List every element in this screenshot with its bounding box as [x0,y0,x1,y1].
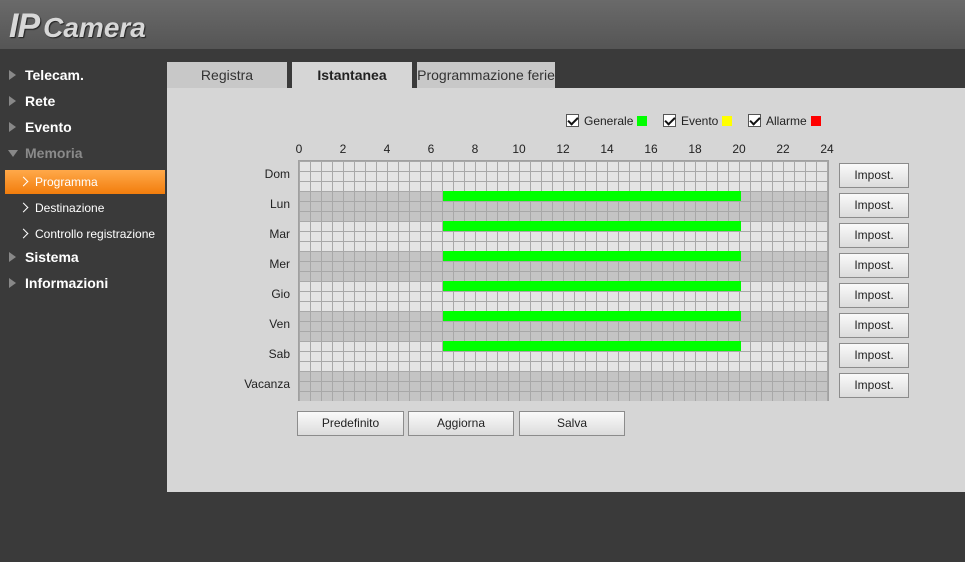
schedule-segment-bar[interactable] [443,221,741,231]
day-label: Gio [271,287,290,301]
caret-right-icon [9,252,16,262]
sidebar-item-programma[interactable]: Programma [5,170,165,194]
schedule-segment-bar[interactable] [443,251,741,261]
schedule-row[interactable] [299,191,828,221]
day-label: Lun [269,197,290,211]
sidebar-item-label: Evento [25,119,72,135]
set-button-mar[interactable]: Impost. [839,223,909,248]
set-button-dom[interactable]: Impost. [839,163,909,188]
schedule-row[interactable] [299,341,828,371]
schedule-segment-bar[interactable] [443,281,741,291]
sidebar-item-label: Sistema [25,249,79,265]
sidebar-item-label: Informazioni [25,275,109,291]
hour-tick-label: 12 [556,142,570,156]
save-button[interactable]: Salva [519,411,625,436]
hour-tick-label: 6 [427,142,435,156]
day-label: Mer [269,257,290,271]
hour-tick-label: 16 [644,142,658,156]
day-label: Mar [269,227,290,241]
hour-tick-label: 22 [776,142,790,156]
caret-right-icon [9,122,16,132]
set-button-sab[interactable]: Impost. [839,343,909,368]
chevron-right-icon [18,202,29,213]
hour-tick-label: 0 [295,142,303,156]
caret-right-icon [9,70,16,80]
chevron-right-icon [18,228,29,239]
tab-programmazione-ferie[interactable]: Programmazione ferie [417,62,555,88]
sidebar-item-label: Telecam. [25,67,84,83]
schedule-grid[interactable] [298,160,829,401]
hour-tick-label: 4 [383,142,391,156]
set-button-lun[interactable]: Impost. [839,193,909,218]
schedule-row[interactable] [299,281,828,311]
set-button-gio[interactable]: Impost. [839,283,909,308]
schedule-segment-bar[interactable] [443,341,741,351]
sidebar-item-label: Memoria [25,145,83,161]
sidebar-item-label: Programma [35,175,98,189]
legend-swatch [637,116,648,126]
refresh-button[interactable]: Aggiorna [408,411,514,436]
caret-down-icon [8,150,18,157]
tab-registra[interactable]: Registra [167,62,287,88]
legend-label: Generale [584,114,634,128]
day-label: Vacanza [244,377,290,391]
legend-label: Allarme [766,114,807,128]
chevron-right-icon [18,176,29,187]
sidebar-item-sistema[interactable]: Sistema [0,244,166,270]
checkbox-evento[interactable] [663,114,676,127]
hour-tick-label: 20 [732,142,746,156]
logo-ip: IP [9,7,40,45]
hour-tick-label: 14 [600,142,614,156]
legend-item-generale[interactable]: Generale [566,113,648,129]
schedule-row[interactable] [299,161,828,191]
sidebar-item-informazioni[interactable]: Informazioni [0,270,166,296]
schedule-row[interactable] [299,221,828,251]
checkbox-allarme[interactable] [748,114,761,127]
sidebar-item-destinazione[interactable]: Destinazione [5,196,165,220]
checkbox-generale[interactable] [566,114,579,127]
caret-right-icon [9,278,16,288]
sidebar-item-controllo-registrazione[interactable]: Controllo registrazione [5,222,165,246]
hour-tick-label: 18 [688,142,702,156]
hour-tick-label: 24 [820,142,834,156]
set-button-ven[interactable]: Impost. [839,313,909,338]
day-label: Sab [268,347,290,361]
schedule-segment-bar[interactable] [443,311,741,321]
sidebar-item-telecam-[interactable]: Telecam. [0,62,166,88]
schedule-segment-bar[interactable] [443,191,741,201]
hour-tick-label: 8 [471,142,479,156]
legend-swatch [722,116,733,126]
tab-istantanea[interactable]: Istantanea [292,62,412,88]
schedule-row[interactable] [299,311,828,341]
header-bar: IP Camera [0,0,965,49]
hour-tick-label: 2 [339,142,347,156]
set-button-mer[interactable]: Impost. [839,253,909,278]
sidebar-item-memoria[interactable]: Memoria [0,140,166,166]
schedule-row[interactable] [299,371,828,401]
default-button[interactable]: Predefinito [297,411,404,436]
hour-tick-label: 10 [512,142,526,156]
legend-item-allarme[interactable]: Allarme [748,113,821,129]
sidebar-item-rete[interactable]: Rete [0,88,166,114]
legend-item-evento[interactable]: Evento [663,113,733,129]
sidebar-item-label: Controllo registrazione [35,227,156,241]
logo-camera: Camera [43,12,146,43]
caret-right-icon [9,96,16,106]
set-button-vacanza[interactable]: Impost. [839,373,909,398]
legend-label: Evento [681,114,719,128]
sidebar-item-label: Destinazione [35,201,105,215]
sidebar-item-label: Rete [25,93,56,109]
sidebar-item-evento[interactable]: Evento [0,114,166,140]
day-label: Ven [269,317,290,331]
day-label: Dom [264,167,290,181]
logo: IP Camera [9,7,146,46]
legend-swatch [810,116,821,126]
schedule-row[interactable] [299,251,828,281]
